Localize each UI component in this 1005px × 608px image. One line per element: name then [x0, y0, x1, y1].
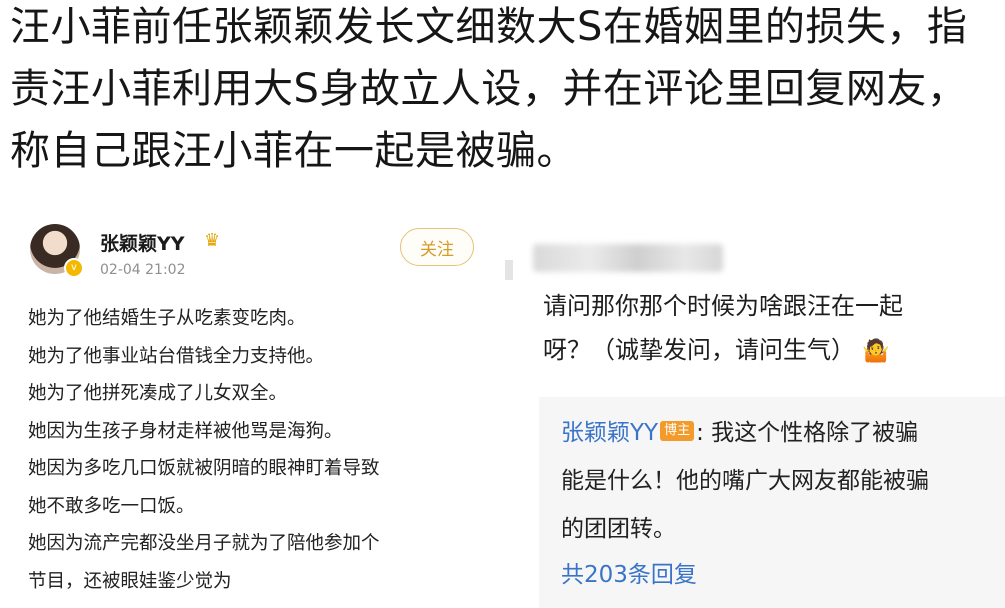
follow-button[interactable]: 关注: [400, 228, 474, 266]
post-line: 她为了他事业站台借钱全力支持他。: [28, 345, 325, 367]
reply-box: 张颖颖YY 博主: 我这个性格除了被骗 能是什么！他的嘴广大网友都能被骗 的团团转…: [539, 397, 1005, 608]
post-line: 她因为生孩子身材走样被他骂是海狗。: [28, 420, 343, 442]
reply-line: 的团团转。: [561, 516, 676, 542]
confused-face-icon: 🤷: [855, 339, 890, 364]
comment-card: 请问那你那个时候为啥跟汪在一起 呀？（诚挚发问，请问生气） 🤷 张颖颖YY 博主:…: [505, 240, 1005, 608]
post-line: 节目，还被眼娃鉴少觉为: [28, 570, 232, 592]
reply-count-link[interactable]: 共203条回复: [561, 555, 697, 589]
blurred-commenter-name: [533, 244, 723, 272]
post-line: 她不敢多吃一口饭。: [28, 495, 195, 517]
verified-badge-icon: v: [64, 258, 84, 278]
host-badge: 博主: [660, 420, 695, 441]
post-line: 她为了他拼死凑成了儿女双全。: [28, 383, 288, 404]
post-timestamp: 02-04 21:02: [100, 262, 186, 278]
post-line: 她因为流产完都没坐月子就为了陪他参加个: [28, 533, 380, 554]
comment-text: 请问那你那个时候为啥跟汪在一起 呀？（诚挚发问，请问生气） 🤷: [543, 284, 1005, 374]
reply-text: 张颖颖YY 博主: 我这个性格除了被骗 能是什么！他的嘴广大网友都能被骗 的团团转…: [561, 409, 1001, 553]
reply-author-link[interactable]: 张颖颖YY: [561, 420, 658, 446]
crown-icon: ♛: [204, 230, 221, 251]
post-username[interactable]: 张颖颖YY: [100, 229, 185, 256]
post-line: 她为了他结婚生子从吃素变吃肉。: [28, 308, 306, 329]
comment-line: 请问那你那个时候为啥跟汪在一起: [543, 292, 903, 320]
reply-line: 张颖颖YY 博主: 我这个性格除了被骗: [561, 420, 919, 446]
divider: [505, 260, 513, 280]
headline-text: 汪小菲前任张颖颖发长文细数大S在婚姻里的损失，指责汪小菲利用大S身故立人设，并在…: [10, 4, 968, 174]
comment-line: 呀？（诚挚发问，请问生气） 🤷: [543, 336, 890, 364]
post-line: 她因为多吃几口饭就被阴暗的眼神盯着导致: [28, 458, 380, 479]
weibo-post-card: v 张颖颖YY ♛ 02-04 21:02 关注 她为了他结婚生子从吃素变吃肉。…: [14, 210, 492, 608]
post-body: 她为了他结婚生子从吃素变吃肉。 她为了他事业站台借钱全力支持他。 她为了他拼死凑…: [28, 300, 478, 600]
reply-line: 能是什么！他的嘴广大网友都能被骗: [561, 468, 929, 494]
